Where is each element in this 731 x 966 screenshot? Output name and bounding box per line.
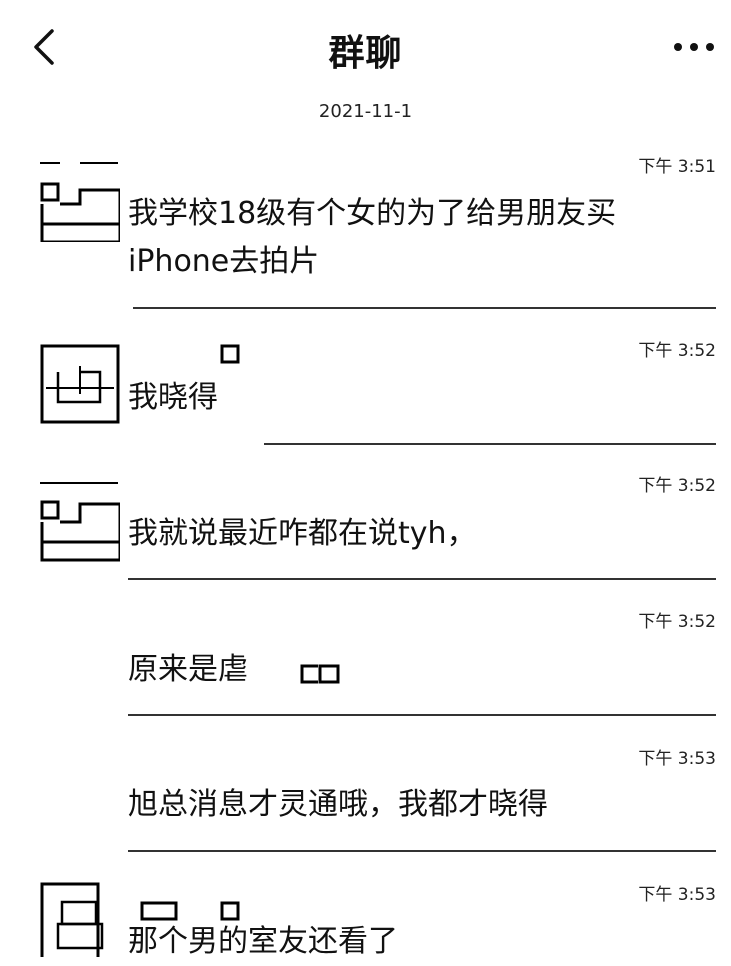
redaction-mark [300, 664, 340, 684]
avatar-image [40, 482, 122, 562]
page-title: 群聊 [328, 33, 403, 74]
avatar[interactable] [40, 482, 122, 562]
message-divider [128, 714, 716, 716]
message-item: 下午 3:52 原来是虐 [0, 600, 731, 716]
avatar[interactable] [40, 162, 122, 244]
chat-header: 群聊 [0, 0, 731, 92]
date-separator: 2021-11-1 [318, 101, 413, 122]
message-divider [133, 307, 716, 309]
message-time: 下午 3:53 [638, 749, 716, 769]
message-divider [264, 443, 716, 445]
message-item: 下午 3:53 旭总消息才灵通哦，我都才晓得 [0, 735, 731, 852]
message-time: 下午 3:51 [638, 157, 716, 177]
message-text[interactable]: 那个男的室友还看了 [128, 918, 688, 966]
message-item: 下午 3:52 我就说最近咋都在说tyh， [0, 465, 731, 580]
message-time: 下午 3:53 [638, 885, 716, 905]
message-divider [128, 850, 716, 852]
message-text[interactable]: 我晓得 [128, 374, 688, 422]
message-time: 下午 3:52 [638, 612, 716, 632]
more-dots-icon [674, 43, 714, 51]
message-item: 下午 3:51 我学校18级有个女的为了给男朋友买iPhone去拍片 [0, 140, 731, 310]
message-item: 下午 3:52 我晓得 [0, 330, 731, 445]
avatar-image [40, 882, 104, 957]
message-text[interactable]: 旭总消息才灵通哦，我都才晓得 [128, 781, 688, 829]
message-text[interactable]: 我学校18级有个女的为了给男朋友买iPhone去拍片 [128, 190, 668, 286]
message-time: 下午 3:52 [638, 476, 716, 496]
avatar[interactable] [40, 882, 120, 957]
message-text[interactable]: 我就说最近咋都在说tyh， [128, 510, 688, 558]
avatar-image [40, 344, 120, 424]
more-button[interactable] [672, 36, 716, 58]
message-time: 下午 3:52 [638, 341, 716, 361]
message-item: 下午 3:53 那个男的室友还看了 [0, 870, 731, 959]
message-divider [128, 578, 716, 580]
message-text[interactable]: 原来是虐 [128, 646, 258, 694]
avatar-image [40, 162, 122, 244]
sender-name-mark [220, 344, 240, 364]
avatar[interactable] [40, 344, 120, 424]
